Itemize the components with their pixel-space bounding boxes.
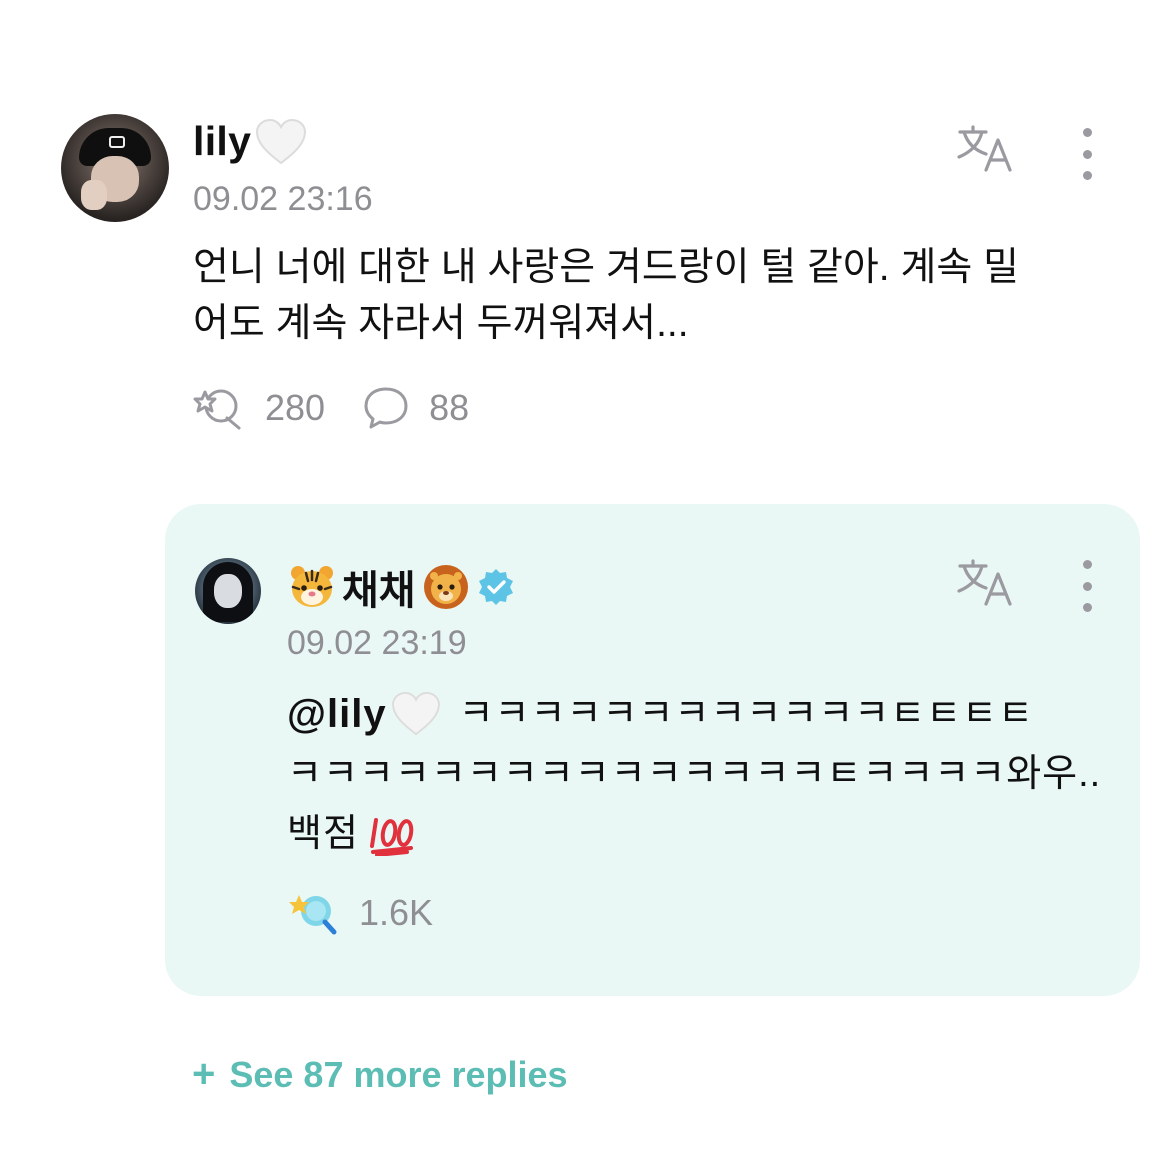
- like-icon: [289, 895, 337, 935]
- reply-username[interactable]: 채채: [288, 558, 516, 616]
- reply-text: @lily ㅋㅋㅋㅋㅋㅋㅋㅋㅋㅋㅋㅋㅌㅌㅌㅌ ㅋㅋㅋㅋㅋㅋㅋㅋㅋㅋㅋㅋㅋㅋㅋㅌㅋ…: [287, 684, 1107, 864]
- avatar[interactable]: [61, 114, 169, 222]
- see-more-label: See 87 more replies: [229, 1053, 568, 1095]
- comment-text-line: 어도 계속 자라서 두꺼워져서...: [193, 302, 689, 345]
- see-more-replies-link[interactable]: + See 87 more replies: [192, 1052, 568, 1097]
- like-button[interactable]: 1.6K: [287, 890, 433, 936]
- reply-text-segment: ㅋㅋㅋㅋㅋㅋㅋㅋㅋㅋㅋㅋㅌㅌㅌㅌ: [458, 693, 1034, 735]
- reply-username-label: 채채: [342, 569, 416, 613]
- tiger-face-icon: [291, 566, 333, 607]
- reply-text-line: ㅋㅋㅋㅋㅋㅋㅋㅋㅋㅋㅋㅋㅋㅋㅋㅌㅋㅋㅋㅋ와우..: [287, 753, 1102, 795]
- comment-thread: lily 09.02 23:16 언니 너에 대한 내 사랑은 겨드랑이 털 같…: [0, 0, 1169, 1169]
- comment-text: 언니 너에 대한 내 사랑은 겨드랑이 털 같아. 계속 밀 어도 계속 자라서…: [193, 240, 1113, 352]
- plus-icon: +: [192, 1052, 216, 1096]
- lion-face-icon: [423, 565, 468, 609]
- like-count: 280: [265, 387, 326, 428]
- more-icon[interactable]: [1080, 128, 1094, 180]
- username-label: lily: [193, 118, 252, 164]
- reply-timestamp: 09.02 23:19: [287, 624, 467, 662]
- hundred-points-icon: [369, 818, 414, 856]
- translate-icon[interactable]: [956, 124, 1016, 174]
- reply-count: 88: [429, 387, 470, 428]
- comment-username[interactable]: lily: [193, 118, 307, 165]
- mention-link[interactable]: @lily: [287, 684, 387, 744]
- comment-text-line: 언니 너에 대한 내 사랑은 겨드랑이 털 같아. 계속 밀: [193, 246, 1019, 289]
- like-button[interactable]: 280: [193, 386, 325, 430]
- reply-button[interactable]: 88: [363, 386, 469, 430]
- comment-timestamp: 09.02 23:16: [193, 180, 373, 218]
- translate-icon[interactable]: [956, 558, 1016, 608]
- reply-icon: [364, 387, 408, 429]
- like-icon: [193, 389, 241, 430]
- reply-stats: 1.6K: [287, 890, 471, 936]
- more-icon[interactable]: [1080, 560, 1094, 612]
- comment-stats: 280 88: [193, 386, 507, 430]
- reply-text-segment: 백점: [287, 813, 359, 855]
- verified-badge-icon: [478, 569, 513, 605]
- like-count: 1.6K: [359, 892, 434, 933]
- white-heart-icon: [256, 118, 307, 164]
- reply-avatar[interactable]: [195, 558, 261, 624]
- reply-text-line: @lily ㅋㅋㅋㅋㅋㅋㅋㅋㅋㅋㅋㅋㅌㅌㅌㅌ: [287, 684, 1107, 744]
- white-heart-icon: [391, 692, 440, 736]
- reply-text-line: 백점: [287, 804, 1107, 864]
